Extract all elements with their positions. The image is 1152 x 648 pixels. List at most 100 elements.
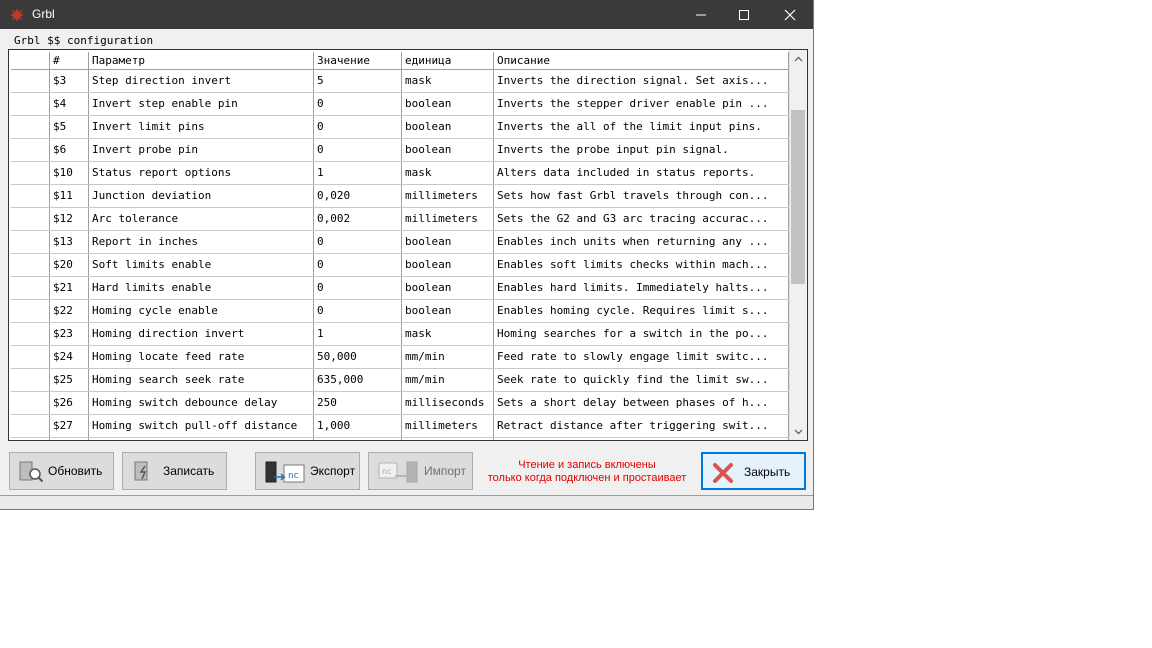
row-header[interactable] <box>11 369 50 391</box>
cell-value[interactable]: 0 <box>314 277 402 299</box>
table-row[interactable]: $25 Homing search seek rate 635,000 mm/min S… <box>11 369 789 392</box>
row-header[interactable] <box>11 93 50 115</box>
cell-parameter[interactable]: Homing direction invert <box>89 323 314 345</box>
cell-unit[interactable]: mm/min <box>402 346 494 368</box>
cell-number[interactable]: $11 <box>50 185 89 207</box>
cell-description[interactable]: Retract distance after triggering swit..… <box>494 415 789 437</box>
cell-parameter[interactable]: Homing search seek rate <box>89 369 314 391</box>
cell-description[interactable]: Inverts the probe input pin signal. <box>494 139 789 161</box>
scroll-down-button[interactable] <box>790 423 807 440</box>
cell-number[interactable]: $4 <box>50 93 89 115</box>
cell-value[interactable]: 0,002 <box>314 208 402 230</box>
cell-unit[interactable]: RPM <box>402 438 494 440</box>
row-header[interactable] <box>11 346 50 368</box>
cell-value[interactable]: 1 <box>314 323 402 345</box>
cell-value[interactable]: 1000 <box>314 438 402 440</box>
cell-parameter[interactable]: Homing locate feed rate <box>89 346 314 368</box>
cell-value[interactable]: 0 <box>314 139 402 161</box>
cell-number[interactable]: $27 <box>50 415 89 437</box>
scroll-thumb[interactable] <box>791 109 805 285</box>
cell-parameter[interactable]: Hard limits enable <box>89 277 314 299</box>
cell-unit[interactable]: millimeters <box>402 185 494 207</box>
row-header[interactable] <box>11 300 50 322</box>
column-header-parameter[interactable]: Параметр <box>89 52 314 69</box>
cell-unit[interactable]: boolean <box>402 116 494 138</box>
cell-value[interactable]: 0,020 <box>314 185 402 207</box>
cell-number[interactable]: $3 <box>50 70 89 92</box>
refresh-button[interactable]: Обновить <box>9 452 114 490</box>
cell-description[interactable]: Seek rate to quickly find the limit sw..… <box>494 369 789 391</box>
cell-number[interactable]: $12 <box>50 208 89 230</box>
cell-number[interactable]: $24 <box>50 346 89 368</box>
table-row[interactable]: $5 Invert limit pins 0 boolean Inverts the a… <box>11 116 789 139</box>
cell-description[interactable]: Maximum spindle speed. Sets PWM to 100..… <box>494 438 789 440</box>
cell-unit[interactable]: boolean <box>402 254 494 276</box>
cell-unit[interactable]: milliseconds <box>402 392 494 414</box>
cell-unit[interactable]: boolean <box>402 93 494 115</box>
cell-unit[interactable]: mask <box>402 70 494 92</box>
table-row[interactable]: $20 Soft limits enable 0 boolean Enables sof… <box>11 254 789 277</box>
cell-description[interactable]: Enables homing cycle. Requires limit s..… <box>494 300 789 322</box>
table-row[interactable]: $24 Homing locate feed rate 50,000 mm/min Fe… <box>11 346 789 369</box>
cell-number[interactable]: $20 <box>50 254 89 276</box>
table-row[interactable]: $21 Hard limits enable 0 boolean Enables har… <box>11 277 789 300</box>
cell-parameter[interactable]: Homing switch debounce delay <box>89 392 314 414</box>
cell-value[interactable]: 0 <box>314 116 402 138</box>
maximize-button[interactable] <box>721 0 767 29</box>
cell-unit[interactable]: boolean <box>402 277 494 299</box>
row-header[interactable] <box>11 323 50 345</box>
column-header-number[interactable]: # <box>50 52 89 69</box>
cell-value[interactable]: 50,000 <box>314 346 402 368</box>
cell-number[interactable]: $22 <box>50 300 89 322</box>
cell-parameter[interactable]: Invert limit pins <box>89 116 314 138</box>
table-row[interactable]: $6 Invert probe pin 0 boolean Inverts the pr… <box>11 139 789 162</box>
cell-parameter[interactable]: Invert step enable pin <box>89 93 314 115</box>
row-header[interactable] <box>11 438 50 440</box>
table-row[interactable]: $4 Invert step enable pin 0 boolean Inverts … <box>11 93 789 116</box>
row-header[interactable] <box>11 277 50 299</box>
cell-unit[interactable]: millimeters <box>402 208 494 230</box>
cell-unit[interactable]: millimeters <box>402 415 494 437</box>
row-header[interactable] <box>11 139 50 161</box>
import-button[interactable]: nc Импорт <box>368 452 473 490</box>
cell-number[interactable]: $13 <box>50 231 89 253</box>
cell-parameter[interactable]: Junction deviation <box>89 185 314 207</box>
row-header[interactable] <box>11 392 50 414</box>
table-row[interactable]: $23 Homing direction invert 1 mask Homing se… <box>11 323 789 346</box>
table-row[interactable]: $11 Junction deviation 0,020 millimeters Set… <box>11 185 789 208</box>
table-row[interactable]: $22 Homing cycle enable 0 boolean Enables ho… <box>11 300 789 323</box>
cell-parameter[interactable]: Arc tolerance <box>89 208 314 230</box>
cell-description[interactable]: Homing searches for a switch in the po..… <box>494 323 789 345</box>
column-header-unit[interactable]: единица <box>402 52 494 69</box>
cell-unit[interactable]: mask <box>402 323 494 345</box>
table-row[interactable]: $27 Homing switch pull-off distance 1,000 m… <box>11 415 789 438</box>
table-row[interactable]: $26 Homing switch debounce delay 250 millis… <box>11 392 789 415</box>
cell-value[interactable]: 635,000 <box>314 369 402 391</box>
cell-unit[interactable]: mask <box>402 162 494 184</box>
cell-description[interactable]: Inverts the stepper driver enable pin ..… <box>494 93 789 115</box>
cell-unit[interactable]: boolean <box>402 139 494 161</box>
cell-number[interactable]: $10 <box>50 162 89 184</box>
cell-number[interactable]: $21 <box>50 277 89 299</box>
cell-value[interactable]: 0 <box>314 300 402 322</box>
cell-value[interactable]: 1,000 <box>314 415 402 437</box>
cell-unit[interactable]: mm/min <box>402 369 494 391</box>
cell-value[interactable]: 0 <box>314 254 402 276</box>
cell-description[interactable]: Enables hard limits. Immediately halts..… <box>494 277 789 299</box>
cell-description[interactable]: Sets a short delay between phases of h..… <box>494 392 789 414</box>
table-row[interactable]: $30Maximum spindle speed1000RPMMaximum s… <box>11 438 789 440</box>
column-header-description[interactable]: Описание <box>494 52 789 69</box>
cell-value[interactable]: 1 <box>314 162 402 184</box>
minimize-button[interactable] <box>678 0 724 29</box>
row-header[interactable] <box>11 231 50 253</box>
cell-parameter[interactable]: Report in inches <box>89 231 314 253</box>
cell-number[interactable]: $30 <box>50 438 89 440</box>
cell-parameter[interactable]: Status report options <box>89 162 314 184</box>
row-header[interactable] <box>11 185 50 207</box>
table-row[interactable]: $13 Report in inches 0 boolean Enables inch … <box>11 231 789 254</box>
cell-number[interactable]: $26 <box>50 392 89 414</box>
table-row[interactable]: $12 Arc tolerance 0,002 millimeters Sets the… <box>11 208 789 231</box>
cell-value[interactable]: 0 <box>314 93 402 115</box>
cell-description[interactable]: Enables soft limits checks within mach..… <box>494 254 789 276</box>
write-button[interactable]: Записать <box>122 452 227 490</box>
